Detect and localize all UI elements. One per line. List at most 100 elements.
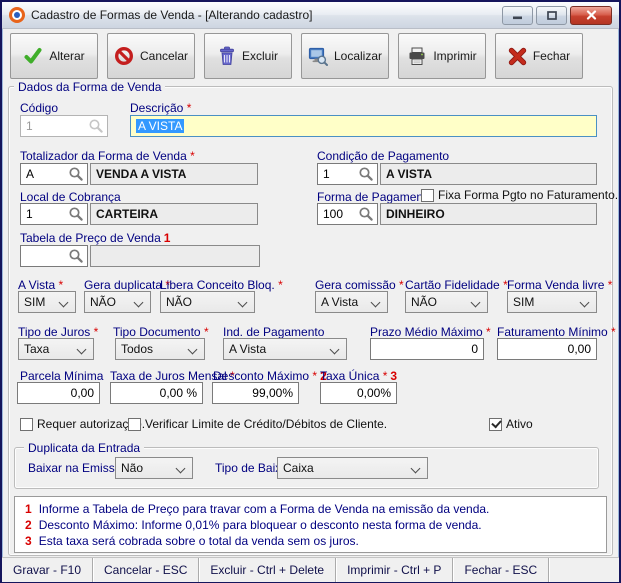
forma-pagamento-label: Forma de Pagamento (317, 190, 433, 204)
totalizador-code-input[interactable]: A (20, 163, 88, 185)
prazo-medio-input[interactable]: 0 (370, 338, 484, 360)
fixa-forma-pgto-checkbox[interactable]: Fixa Forma Pgto no Faturamento. (421, 188, 618, 202)
checkbox-box[interactable] (489, 418, 502, 431)
statusbar-cancelar: Cancelar - ESC (93, 558, 199, 582)
app-icon (9, 7, 25, 23)
dados-group-title: Dados da Forma de Venda (14, 80, 165, 94)
search-icon[interactable] (358, 166, 374, 182)
local-cobranca-label: Local de Cobrança (20, 190, 121, 204)
app-window: Cadastro de Formas de Venda - [Alterando… (0, 0, 621, 583)
tipo-juros-dropdown[interactable]: Taxa (18, 338, 94, 360)
excluir-button[interactable]: Excluir (204, 33, 292, 79)
monitor-search-icon (308, 47, 328, 66)
tipo-documento-label: Tipo Documento * (113, 325, 209, 339)
taxa-unica-input[interactable]: 0,00% (320, 382, 397, 404)
duplicata-group-title: Duplicata da Entrada (24, 441, 144, 455)
faturamento-minimo-label: Faturamento Mínimo * (497, 325, 616, 339)
condicao-code-input[interactable]: 1 (317, 163, 378, 185)
condicao-name-display: A VISTA (380, 163, 597, 185)
localizar-label: Localizar (334, 49, 382, 63)
maximize-button[interactable] (536, 6, 567, 25)
forma-pagamento-name-display: DINHEIRO (380, 203, 597, 225)
forma-pagamento-code-input[interactable]: 100 (317, 203, 378, 225)
tipo-juros-label: Tipo de Juros * (18, 325, 98, 339)
excluir-label: Excluir (242, 49, 278, 63)
close-icon (586, 10, 597, 20)
gera-comissao-dropdown[interactable]: A Vista (315, 291, 388, 313)
descricao-label: Descrição * (130, 101, 191, 115)
totalizador-label: Totalizador da Forma de Venda * (20, 149, 195, 163)
search-icon[interactable] (68, 248, 84, 264)
minimize-button[interactable] (502, 6, 533, 25)
prazo-medio-label: Prazo Médio Máximo * (370, 325, 491, 339)
note-line: 1Informe a Tabela de Preço para travar c… (25, 501, 596, 517)
cancelar-button[interactable]: Cancelar (107, 33, 195, 79)
search-icon[interactable] (68, 166, 84, 182)
baixar-emissao-dropdown[interactable]: Não (115, 457, 193, 479)
window-title: Cadastro de Formas de Venda - [Alterando… (31, 8, 313, 22)
ativo-label: Ativo (506, 417, 533, 431)
libera-conceito-dropdown[interactable]: NÃO (160, 291, 255, 313)
codigo-label: Código (20, 101, 58, 115)
checkbox-box[interactable] (20, 418, 33, 431)
tipo-baixa-dropdown[interactable]: Caixa (277, 457, 428, 479)
parcela-minima-label: Parcela Mínima (20, 369, 103, 383)
local-cobranca-code-input[interactable]: 1 (20, 203, 88, 225)
alterar-button[interactable]: Alterar (10, 33, 98, 79)
verificar-limite-checkbox[interactable]: Verificar Limite de Crédito/Débitos de C… (128, 417, 387, 431)
tabela-preco-label: Tabela de Preço de Venda1 (20, 231, 170, 245)
taxa-juros-mensal-input[interactable]: 0,00 % (110, 382, 203, 404)
codigo-input[interactable]: 1 (20, 115, 108, 137)
statusbar-gravar: Gravar - F10 (2, 558, 93, 582)
cartao-fidelidade-label: Cartão Fidelidade * (405, 278, 508, 292)
cartao-fidelidade-dropdown[interactable]: NÃO (405, 291, 488, 313)
statusbar-imprimir: Imprimir - Ctrl + P (336, 558, 453, 582)
gera-duplicata-dropdown[interactable]: NÃO (84, 291, 151, 313)
fechar-label: Fechar (533, 49, 570, 63)
note-line: 2Desconto Máximo: Informe 0,01% para blo… (25, 517, 596, 533)
ind-pagamento-dropdown[interactable]: A Vista (223, 338, 347, 360)
tipo-documento-dropdown[interactable]: Todos (115, 338, 205, 360)
requer-autorizacao-checkbox[interactable]: Requer autorização. (20, 417, 145, 431)
maximize-icon (547, 11, 557, 20)
note-line: 3Esta taxa será cobrada sobre o total da… (25, 533, 596, 549)
descricao-input[interactable]: A VISTA (130, 115, 597, 137)
search-icon[interactable] (88, 118, 104, 134)
tabela-preco-code-input[interactable] (20, 245, 88, 267)
local-cobranca-name-display: CARTEIRA (90, 203, 258, 225)
fechar-button[interactable]: Fechar (495, 33, 583, 79)
statusbar-excluir: Excluir - Ctrl + Delete (199, 558, 336, 582)
desconto-maximo-label: Desconto Máximo *2 (213, 369, 327, 383)
selected-text: A VISTA (136, 119, 184, 133)
statusbar-fechar: Fechar - ESC (453, 558, 549, 582)
statusbar: Gravar - F10 Cancelar - ESC Excluir - Ct… (2, 557, 619, 582)
window-controls (502, 6, 612, 25)
search-icon[interactable] (358, 206, 374, 222)
tabela-preco-name-display (90, 245, 260, 267)
parcela-minima-input[interactable]: 0,00 (17, 382, 100, 404)
imprimir-button[interactable]: Imprimir (398, 33, 486, 79)
titlebar: Cadastro de Formas de Venda - [Alterando… (2, 2, 619, 29)
localizar-button[interactable]: Localizar (301, 33, 389, 79)
block-icon (114, 46, 134, 66)
checkbox-box[interactable] (421, 189, 434, 202)
a-vista-dropdown[interactable]: SIM (18, 291, 76, 313)
cancelar-label: Cancelar (140, 49, 188, 63)
close-button[interactable] (570, 6, 612, 25)
alterar-label: Alterar (49, 49, 84, 63)
imprimir-label: Imprimir (433, 49, 476, 63)
condicao-label: Condição de Pagamento (317, 149, 449, 163)
forma-venda-livre-dropdown[interactable]: SIM (507, 291, 597, 313)
printer-icon (407, 47, 427, 66)
totalizador-name-display: VENDA A VISTA (90, 163, 258, 185)
checkbox-box[interactable] (128, 418, 141, 431)
a-vista-label: A Vista * (18, 278, 63, 292)
desconto-maximo-input[interactable]: 99,00% (212, 382, 299, 404)
faturamento-minimo-input[interactable]: 0,00 (497, 338, 597, 360)
ativo-checkbox[interactable]: Ativo (489, 417, 533, 431)
notes-panel: 1Informe a Tabela de Preço para travar c… (14, 496, 607, 553)
search-icon[interactable] (68, 206, 84, 222)
ind-pagamento-label: Ind. de Pagamento (223, 325, 324, 339)
libera-conceito-label: Libera Conceito Bloq. * (160, 278, 283, 292)
check-icon (23, 46, 43, 66)
